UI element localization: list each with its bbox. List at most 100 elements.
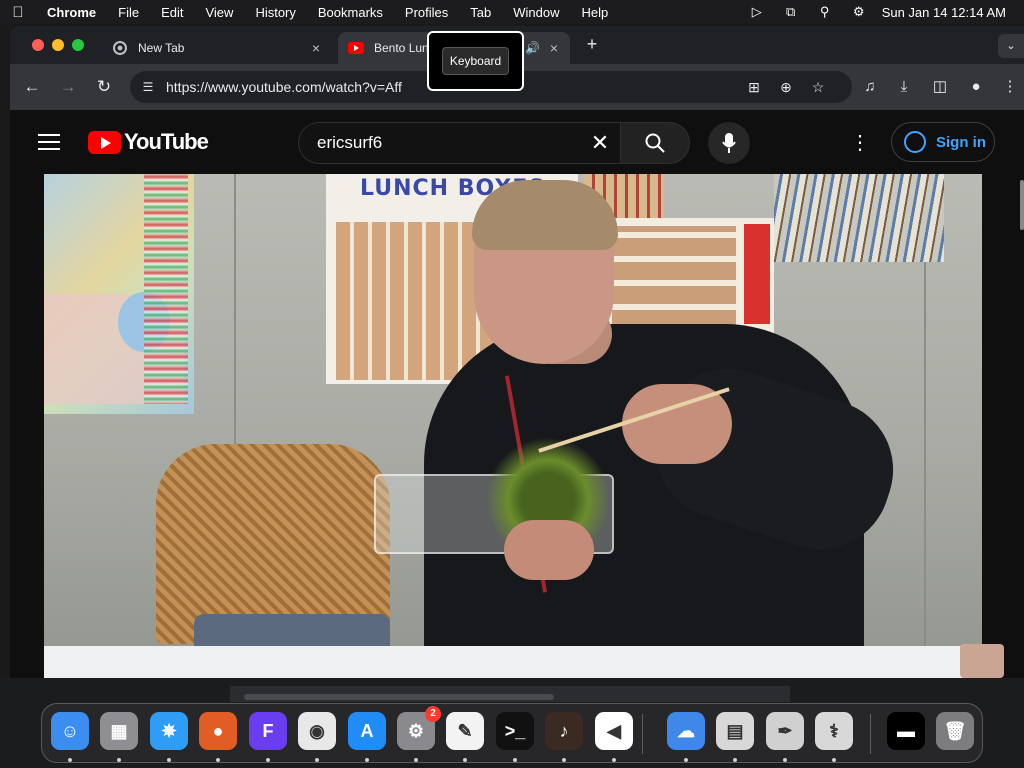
audio-playing-icon[interactable]: 🔊: [525, 41, 540, 55]
settings-icon[interactable]: ⚙ 2: [397, 706, 441, 750]
running-indicator: [513, 758, 517, 762]
textedit-icon[interactable]: ✎: [446, 712, 484, 750]
garageband-icon-glyph: ♪: [559, 720, 569, 741]
reload-icon[interactable]: ↻: [92, 75, 116, 99]
fleet-icon[interactable]: F: [249, 712, 287, 750]
downloads-icon[interactable]: ⤓: [892, 75, 916, 99]
menu-bookmarks[interactable]: Bookmarks: [307, 5, 394, 20]
media-controls-icon[interactable]: ♫: [858, 75, 882, 99]
running-indicator: [117, 758, 121, 762]
search-input[interactable]: ericsurf6 ✕: [298, 122, 620, 164]
weather-icon[interactable]: ☁: [667, 712, 705, 750]
dock-separator: [870, 714, 871, 754]
running-indicator: [167, 758, 171, 762]
webcam-thumbnail: [960, 644, 1004, 678]
chrome-icon-glyph: ◉: [309, 720, 325, 741]
fullscreen-window-button[interactable]: [72, 39, 84, 51]
scripteditor-icon[interactable]: ✒: [766, 712, 804, 750]
new-tab-button[interactable]: +: [582, 35, 602, 55]
finder-icon[interactable]: ☺: [51, 712, 89, 750]
site-info-icon[interactable]: ☰: [130, 80, 166, 94]
dock-separator: [642, 714, 643, 754]
tab-search-button[interactable]: ⌄: [998, 34, 1024, 58]
bookshelf: [774, 174, 944, 262]
forward-arrow-icon[interactable]: →: [56, 75, 80, 99]
appstore-icon-glyph: A: [360, 720, 374, 741]
youtube-logo[interactable]: YouTube: [88, 129, 209, 154]
voice-search-button[interactable]: [708, 122, 750, 164]
garageband-icon[interactable]: ♪: [545, 712, 583, 750]
video-player[interactable]: LUNCH BOXES: [44, 174, 982, 678]
control-center-icon[interactable]: ⚙: [842, 4, 876, 20]
downloads-stack-icon[interactable]: ▬: [887, 712, 925, 750]
install-app-icon[interactable]: ⊞: [742, 75, 766, 99]
menu-edit[interactable]: Edit: [150, 5, 194, 20]
menu-help[interactable]: Help: [571, 5, 620, 20]
back-arrow-icon[interactable]: ←: [20, 75, 44, 99]
search-button[interactable]: [620, 122, 690, 164]
spotlight-search-icon[interactable]: ⚲: [808, 4, 842, 20]
running-indicator: [216, 758, 220, 762]
running-indicator: [266, 758, 270, 762]
chrome-window: New Tab × Bento Lunch 🔊 × + ⌄ ← → ↻ ☰ ht…: [10, 26, 1024, 678]
close-tab-icon[interactable]: ×: [544, 40, 564, 56]
vscode-icon-glyph: ◀: [607, 720, 621, 741]
chrome-icon[interactable]: ◉: [298, 712, 336, 750]
close-tab-icon[interactable]: ×: [306, 40, 326, 56]
trash-icon[interactable]: 🗑: [936, 712, 974, 750]
menu-profiles[interactable]: Profiles: [394, 5, 459, 20]
youtube-favicon-icon: [348, 40, 364, 56]
diskutility-icon-glyph: ⚕: [829, 720, 839, 741]
url-text[interactable]: https://www.youtube.com/watch?v=Aff: [166, 79, 436, 95]
media-play-icon[interactable]: ▷: [740, 4, 774, 20]
fleet-icon-glyph: F: [262, 720, 274, 741]
menu-bar:  Chrome File Edit View History Bookmark…: [0, 0, 1024, 24]
notification-badge: 2: [425, 706, 441, 722]
appstore-icon[interactable]: A: [348, 712, 386, 750]
firefox-icon[interactable]: ●: [199, 712, 237, 750]
launchpad-icon[interactable]: ▦: [100, 712, 138, 750]
search-query[interactable]: ericsurf6: [299, 133, 580, 153]
tab-new-tab[interactable]: New Tab ×: [102, 32, 332, 64]
safari-icon[interactable]: ✵: [150, 712, 188, 750]
diskutility-icon[interactable]: ⚕: [815, 712, 853, 750]
menu-history[interactable]: History: [244, 5, 306, 20]
screen-mirroring-icon[interactable]: ⧉: [774, 4, 808, 20]
menu-app-name[interactable]: Chrome: [36, 5, 107, 20]
terminal-icon[interactable]: >_: [496, 712, 534, 750]
menu-window[interactable]: Window: [502, 5, 570, 20]
side-panel-icon[interactable]: ◫: [928, 75, 952, 99]
menu-red-banner: [744, 224, 770, 324]
scrollbar-thumb[interactable]: [244, 694, 554, 700]
menu-tab[interactable]: Tab: [459, 5, 502, 20]
flag-chart: [144, 174, 188, 404]
chrome-menu-icon[interactable]: ⋮: [998, 75, 1022, 99]
menu-file[interactable]: File: [107, 5, 150, 20]
bookmark-star-icon[interactable]: ☆: [806, 75, 830, 99]
preview-icon[interactable]: ▤: [716, 712, 754, 750]
person-left-hand: [504, 520, 594, 580]
chrome-favicon-icon: [112, 40, 128, 56]
weather-icon-glyph: ☁: [677, 720, 695, 741]
safari-icon-glyph: ✵: [161, 720, 177, 741]
hamburger-menu-icon[interactable]: [38, 134, 60, 150]
vscode-icon[interactable]: ◀: [595, 712, 633, 750]
youtube-play-logo-icon: [88, 130, 121, 154]
tab-title: New Tab: [138, 41, 185, 55]
sign-in-button[interactable]: Sign in: [891, 122, 995, 162]
page-scrollbar[interactable]: [1020, 180, 1024, 230]
apple-menu-icon[interactable]: : [0, 4, 36, 21]
running-indicator: [463, 758, 467, 762]
scripteditor-icon-glyph: ✒: [777, 720, 793, 741]
menu-bar-clock[interactable]: Sun Jan 14 12:14 AM: [876, 5, 1024, 20]
zoom-icon[interactable]: ⊕: [774, 75, 798, 99]
clear-search-icon[interactable]: ✕: [580, 130, 620, 156]
minimize-window-button[interactable]: [52, 39, 64, 51]
menu-view[interactable]: View: [194, 5, 244, 20]
launchpad-icon-glyph: ▦: [110, 720, 128, 741]
more-options-icon[interactable]: ⋮: [848, 128, 872, 158]
profile-icon[interactable]: ●: [964, 75, 988, 99]
firefox-icon-glyph: ●: [212, 720, 224, 741]
close-window-button[interactable]: [32, 39, 44, 51]
account-icon: [904, 131, 926, 153]
